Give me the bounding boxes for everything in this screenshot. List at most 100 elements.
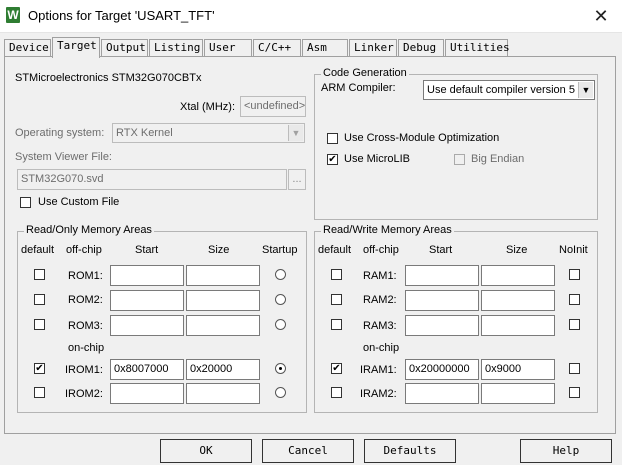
compiler-select-value: Use default compiler version 5 (427, 84, 575, 96)
rom1-size-input[interactable] (186, 265, 260, 286)
irom1-start-input[interactable]: 0x8007000 (110, 359, 184, 380)
ram1-default-checkbox[interactable] (331, 269, 342, 280)
readonly-memory-title: Read/Only Memory Areas (24, 224, 154, 236)
readwrite-memory-title: Read/Write Memory Areas (321, 224, 454, 236)
os-select[interactable]: RTX Kernel ▼ (112, 123, 305, 143)
rom2-startup-radio[interactable] (275, 294, 286, 305)
tab-linker[interactable]: Linker (349, 39, 397, 57)
irom1-startup-radio[interactable] (275, 363, 286, 374)
irom2-startup-radio[interactable] (275, 387, 286, 398)
tab-debug[interactable]: Debug (398, 39, 444, 57)
irom2-default-checkbox[interactable] (34, 387, 45, 398)
rom3-startup-radio[interactable] (275, 319, 286, 330)
big-endian-checkbox[interactable] (454, 154, 465, 165)
iram2-noinit-checkbox[interactable] (569, 387, 580, 398)
keil-app-icon: W (6, 7, 20, 23)
defaults-button[interactable]: Defaults (364, 439, 456, 463)
tab-asm[interactable]: Asm (302, 39, 348, 57)
microlib-label: Use MicroLIB (344, 153, 411, 165)
ro-header-size: Size (208, 244, 230, 256)
ram2-size-input[interactable] (481, 290, 555, 311)
device-name: STMicroelectronics STM32G070CBTx (15, 72, 202, 84)
custom-file-checkbox[interactable] (20, 197, 31, 208)
irom2-start-input[interactable] (110, 383, 184, 404)
ram3-noinit-checkbox[interactable] (569, 319, 580, 330)
ram3-start-input[interactable] (405, 315, 479, 336)
tab-utilities[interactable]: Utilities (445, 39, 510, 57)
rom3-default-checkbox[interactable] (34, 319, 45, 330)
ram3-size-input[interactable] (481, 315, 555, 336)
microlib-checkbox[interactable]: ✔ (327, 154, 338, 165)
ram2-default-checkbox[interactable] (331, 294, 342, 305)
rw-header-offchip: off-chip (363, 244, 399, 256)
rom2-default-checkbox[interactable] (34, 294, 45, 305)
xtal-label: Xtal (MHz): (180, 101, 235, 113)
tab-user[interactable]: User (204, 39, 252, 57)
tab-c-cpp[interactable]: C/C++ (253, 39, 301, 57)
radio-selected-dot (279, 367, 282, 370)
rw-header-start: Start (429, 244, 453, 256)
big-endian-label: Big Endian (471, 153, 525, 165)
iram1-noinit-checkbox[interactable] (569, 363, 580, 374)
irom1-label: IROM1: (65, 364, 103, 376)
checkmark-icon: ✔ (35, 363, 44, 374)
rom1-default-checkbox[interactable] (34, 269, 45, 280)
iram1-label: IRAM1: (360, 364, 397, 376)
irom2-label: IROM2: (65, 388, 103, 400)
chevron-down-icon: ▼ (578, 82, 593, 98)
svd-file-input[interactable]: STM32G070.svd (17, 169, 287, 190)
os-select-value: RTX Kernel (116, 127, 173, 139)
irom1-size-input[interactable]: 0x20000 (186, 359, 260, 380)
iram2-default-checkbox[interactable] (331, 387, 342, 398)
cross-module-label: Use Cross-Module Optimization (344, 132, 500, 144)
iram1-default-checkbox[interactable]: ✔ (331, 363, 342, 374)
ram1-label: RAM1: (363, 270, 397, 282)
tab-target[interactable]: Target (52, 37, 100, 58)
readonly-memory-group: Read/Only Memory Areas default off-chip … (17, 224, 307, 413)
iram2-start-input[interactable] (405, 383, 479, 404)
iram1-size-input[interactable]: 0x9000 (481, 359, 555, 380)
ram1-size-input[interactable] (481, 265, 555, 286)
ok-button[interactable]: OK (160, 439, 252, 463)
code-generation-title: Code Generation (321, 67, 409, 79)
ro-header-offchip: off-chip (66, 244, 102, 256)
rom3-start-input[interactable] (110, 315, 184, 336)
iram1-start-input[interactable]: 0x20000000 (405, 359, 479, 380)
svd-browse-button[interactable]: ... (288, 169, 306, 190)
irom2-size-input[interactable] (186, 383, 260, 404)
compiler-select[interactable]: Use default compiler version 5 ▼ (423, 80, 595, 100)
checkmark-icon: ✔ (328, 154, 337, 165)
ro-header-default: default (21, 244, 55, 256)
xtal-input[interactable]: <undefined> (240, 96, 306, 117)
ram3-default-checkbox[interactable] (331, 319, 342, 330)
rom2-label: ROM2: (68, 294, 103, 306)
ro-onchip-label: on-chip (68, 342, 105, 354)
cancel-button[interactable]: Cancel (262, 439, 354, 463)
compiler-label: ARM Compiler: (321, 82, 396, 94)
ram2-start-input[interactable] (405, 290, 479, 311)
irom1-default-checkbox[interactable]: ✔ (34, 363, 45, 374)
rw-header-noinit: NoInit (559, 244, 588, 256)
iram2-size-input[interactable] (481, 383, 555, 404)
rom3-size-input[interactable] (186, 315, 260, 336)
ram3-label: RAM3: (363, 320, 397, 332)
help-button[interactable]: Help (520, 439, 612, 463)
rom1-start-input[interactable] (110, 265, 184, 286)
rom1-label: ROM1: (68, 270, 103, 282)
ram1-start-input[interactable] (405, 265, 479, 286)
close-icon[interactable]: ✕ (588, 4, 614, 28)
os-label: Operating system: (15, 127, 105, 139)
ram2-noinit-checkbox[interactable] (569, 294, 580, 305)
cross-module-checkbox[interactable] (327, 133, 338, 144)
ram2-label: RAM2: (363, 294, 397, 306)
rom2-start-input[interactable] (110, 290, 184, 311)
ram1-noinit-checkbox[interactable] (569, 269, 580, 280)
rom1-startup-radio[interactable] (275, 269, 286, 280)
title-bar: W Options for Target 'USART_TFT' ✕ (0, 0, 622, 33)
tab-listing[interactable]: Listing (149, 39, 203, 57)
tab-output[interactable]: Output (101, 39, 148, 57)
tab-device[interactable]: Device (4, 39, 51, 57)
rom2-size-input[interactable] (186, 290, 260, 311)
iram2-label: IRAM2: (360, 388, 397, 400)
rw-onchip-label: on-chip (363, 342, 400, 354)
